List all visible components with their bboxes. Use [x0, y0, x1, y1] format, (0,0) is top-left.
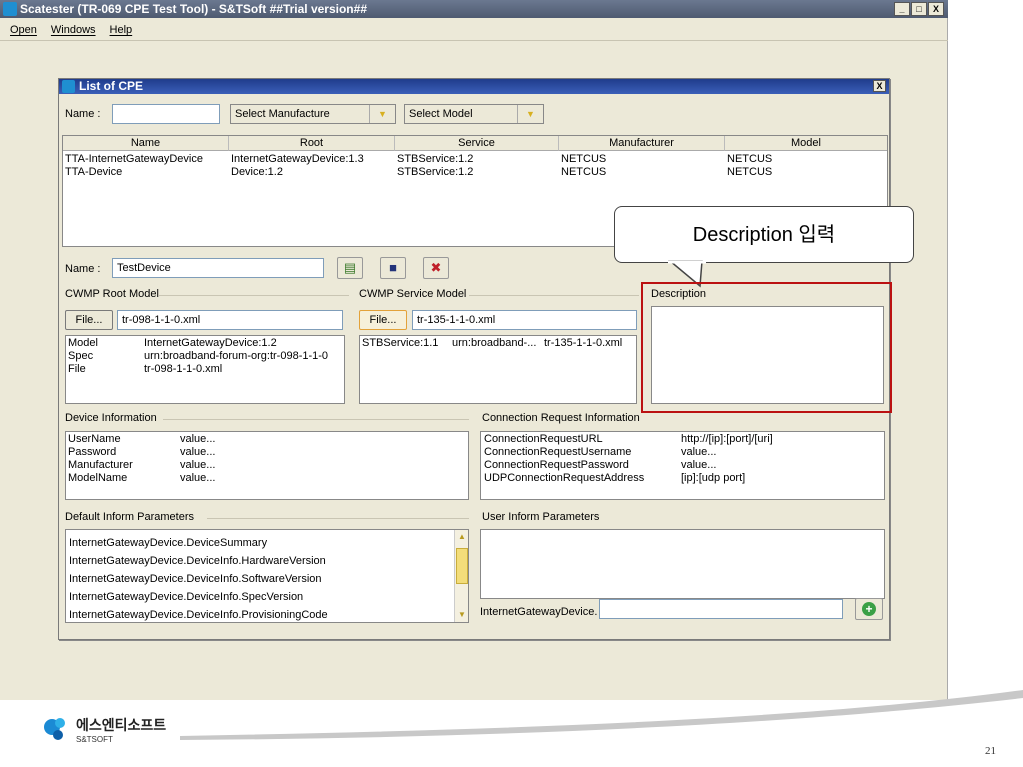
- column-header-manufacturer[interactable]: Manufacturer: [559, 136, 725, 151]
- scrollbar-thumb[interactable]: [456, 548, 468, 584]
- table-row[interactable]: ConnectionRequestUsername value...: [481, 446, 884, 459]
- user-inform-input[interactable]: [599, 599, 843, 619]
- user-inform-list: [480, 529, 885, 599]
- chevron-up-icon[interactable]: ▲: [456, 532, 468, 542]
- add-icon: +: [862, 602, 876, 616]
- table-row[interactable]: TTA-InternetGatewayDevice InternetGatewa…: [63, 153, 887, 166]
- column-header-service[interactable]: Service: [395, 136, 559, 151]
- table-row[interactable]: UDPConnectionRequestAddress [ip]:[udp po…: [481, 472, 884, 485]
- description-textarea[interactable]: [651, 306, 884, 404]
- section-divider: [469, 295, 639, 296]
- menu-open[interactable]: Open: [10, 19, 37, 40]
- scrollbar[interactable]: ▲ ▼: [454, 530, 468, 622]
- list-item[interactable]: InternetGatewayDevice.DeviceSummary: [69, 537, 267, 549]
- section-divider: [163, 419, 469, 420]
- default-inform-list: InternetGatewayDevice.DeviceSummary Inte…: [65, 529, 469, 623]
- column-header-root[interactable]: Root: [229, 136, 395, 151]
- menu-help[interactable]: Help: [110, 19, 133, 40]
- filter-name-input[interactable]: [112, 104, 220, 124]
- service-model-table: STBService:1.1 urn:broadband-... tr-135-…: [359, 335, 637, 404]
- table-row[interactable]: UserName value...: [66, 433, 468, 446]
- user-inform-title: User Inform Parameters: [482, 511, 603, 523]
- dialog-title: List of CPE: [79, 79, 144, 93]
- window-titlebar: Scatester (TR-069 CPE Test Tool) - S&TSo…: [0, 0, 948, 18]
- filter-name-label: Name :: [65, 108, 101, 120]
- root-model-table: Model InternetGatewayDevice:1.2 Spec urn…: [65, 335, 345, 404]
- device-name-label: Name :: [65, 263, 101, 275]
- chevron-down-icon[interactable]: ▼: [456, 610, 468, 620]
- section-divider: [159, 295, 349, 296]
- connection-request-title: Connection Request Information: [482, 412, 643, 424]
- root-file-input[interactable]: tr-098-1-1-0.xml: [117, 310, 343, 330]
- chevron-down-icon: ▼: [369, 105, 395, 123]
- list-item[interactable]: InternetGatewayDevice.DeviceInfo.Provisi…: [69, 609, 328, 621]
- root-file-button[interactable]: File...: [65, 310, 113, 330]
- table-row[interactable]: TTA-Device Device:1.2 STBService:1.2 NET…: [63, 166, 887, 179]
- delete-icon[interactable]: ✖: [423, 257, 449, 279]
- table-row[interactable]: Password value...: [66, 446, 468, 459]
- user-inform-prefix: InternetGatewayDevice.: [480, 606, 598, 618]
- manufacturer-select[interactable]: Select Manufacture ▼: [230, 104, 396, 124]
- table-row: Spec urn:broadband-forum-org:tr-098-1-1-…: [68, 350, 329, 362]
- table-row: File tr-098-1-1-0.xml: [68, 363, 223, 375]
- cwmp-root-title: CWMP Root Model: [65, 288, 162, 300]
- callout-pointer: [667, 260, 706, 288]
- table-row[interactable]: ConnectionRequestPassword value...: [481, 459, 884, 472]
- menu-windows[interactable]: Windows: [51, 19, 96, 40]
- default-inform-title: Default Inform Parameters: [65, 511, 197, 523]
- column-header-model[interactable]: Model: [725, 136, 887, 151]
- cwmp-service-title: CWMP Service Model: [359, 288, 470, 300]
- device-info-title: Device Information: [65, 412, 160, 424]
- table-row[interactable]: Manufacturer value...: [66, 459, 468, 472]
- chevron-down-icon: ▼: [517, 105, 543, 123]
- app-icon: [3, 2, 17, 16]
- minimize-button[interactable]: _: [894, 2, 910, 16]
- maximize-button[interactable]: □: [911, 2, 927, 16]
- page-number: 21: [985, 745, 996, 757]
- dialog-icon: [62, 80, 75, 93]
- company-logo: 에스엔티소프트 S&TSOFT: [40, 711, 200, 751]
- list-item[interactable]: InternetGatewayDevice.DeviceInfo.Softwar…: [69, 573, 322, 585]
- column-header-name[interactable]: Name: [63, 136, 229, 151]
- table-row[interactable]: ModelName value...: [66, 472, 468, 485]
- company-name-kr: 에스엔티소프트: [76, 717, 167, 733]
- dialog-close-button[interactable]: X: [873, 80, 886, 92]
- description-callout: Description 입력: [614, 206, 914, 263]
- table-row: STBService:1.1 urn:broadband-... tr-135-…: [362, 337, 623, 349]
- service-file-button[interactable]: File...: [359, 310, 407, 330]
- new-file-icon[interactable]: ▤: [337, 257, 363, 279]
- device-info-table: UserName value... Password value... Manu…: [65, 431, 469, 500]
- add-parameter-button[interactable]: +: [855, 598, 883, 620]
- connection-request-table: ConnectionRequestURL http://[ip]:[port]/…: [480, 431, 885, 500]
- section-divider: [207, 518, 469, 519]
- company-name-en: S&TSOFT: [76, 735, 113, 744]
- table-row[interactable]: ConnectionRequestURL http://[ip]:[port]/…: [481, 433, 884, 446]
- close-button[interactable]: X: [928, 2, 944, 16]
- service-file-input[interactable]: tr-135-1-1-0.xml: [412, 310, 637, 330]
- device-name-input[interactable]: TestDevice: [112, 258, 324, 278]
- window-title: Scatester (TR-069 CPE Test Tool) - S&TSo…: [20, 2, 367, 16]
- model-select[interactable]: Select Model ▼: [404, 104, 544, 124]
- table-row: Model InternetGatewayDevice:1.2: [68, 337, 277, 349]
- menu-bar: Open Windows Help: [0, 19, 948, 41]
- logo-icon: [44, 718, 65, 740]
- dialog-titlebar: List of CPE X: [59, 79, 889, 94]
- list-item[interactable]: InternetGatewayDevice.DeviceInfo.SpecVer…: [69, 591, 303, 603]
- list-of-cpe-dialog: List of CPE X Name : Select Manufacture …: [58, 78, 890, 640]
- save-icon[interactable]: ■: [380, 257, 406, 279]
- list-item[interactable]: InternetGatewayDevice.DeviceInfo.Hardwar…: [69, 555, 326, 567]
